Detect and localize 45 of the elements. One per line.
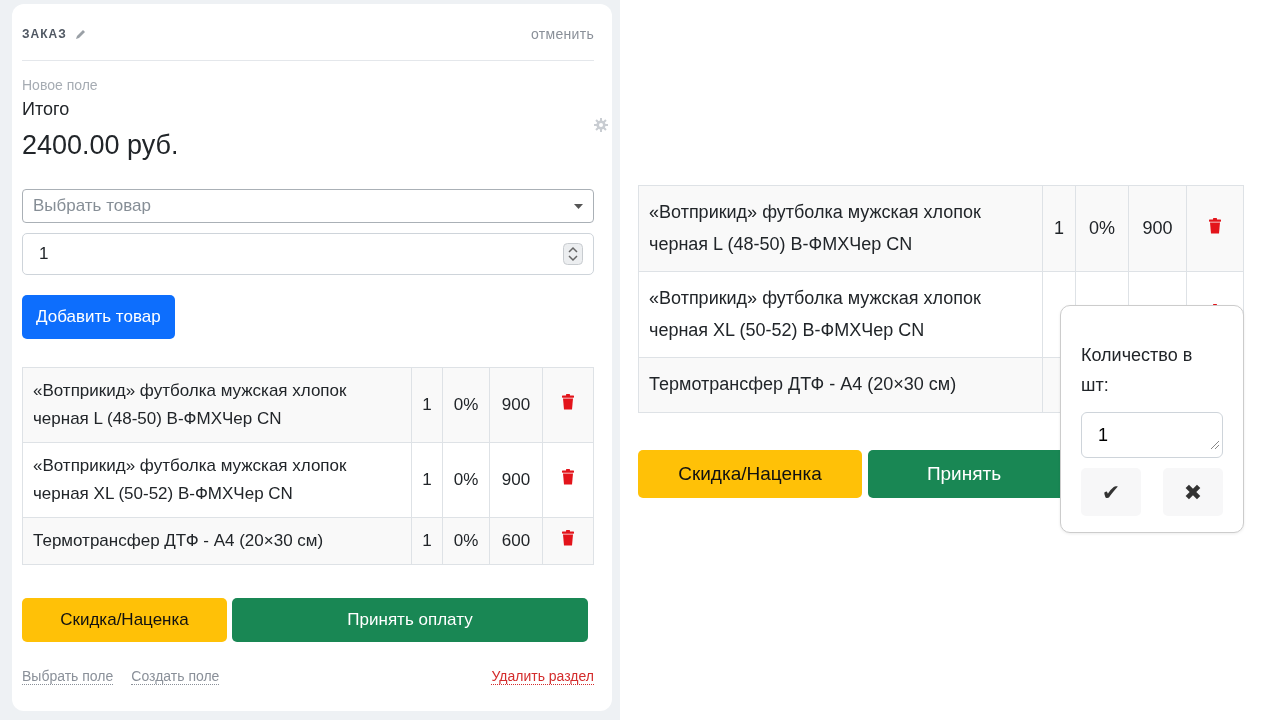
discount-button[interactable]: Скидка/Наценка [22, 598, 227, 643]
delete-section-link[interactable]: Удалить раздел [491, 668, 594, 686]
caret-icon [574, 203, 583, 209]
price-value: 900 [501, 394, 531, 416]
field-label: Итого [22, 99, 70, 120]
product-select[interactable]: Выбрать товар [22, 189, 594, 223]
section-title: ЗАКАЗ [22, 27, 67, 41]
discount-value: 0% [453, 469, 479, 492]
spinner-icon[interactable] [563, 243, 583, 265]
resize-handle-icon[interactable] [1210, 440, 1220, 450]
discount-value: 0% [453, 530, 479, 553]
accept-payment-button[interactable]: Принять оплату [232, 598, 588, 643]
discount-value: 0% [453, 394, 479, 416]
price-value: 600 [501, 530, 531, 553]
product-name: «Вотприкид» футболка мужская хлопок черная XL (50-52) B-ФМХЧер CN [649, 287, 982, 342]
trash-icon[interactable] [562, 530, 574, 547]
field-caption: Новое поле [22, 77, 99, 93]
quantity-value: 1 [422, 469, 432, 492]
add-product-button[interactable]: Добавить товар [22, 295, 175, 339]
total-amount: 2400.00 руб. [22, 130, 180, 161]
price-value: 900 [1142, 216, 1173, 240]
discount-button[interactable]: Скидка/Наценка [638, 449, 862, 498]
quantity-input[interactable]: 1 [22, 233, 594, 275]
quantity-value: 1 [1054, 216, 1064, 240]
pencil-icon[interactable] [74, 28, 87, 40]
product-name: Термотрансфер ДТФ - А4 (20×30 см) [649, 373, 957, 396]
product-name: «Вотприкид» футболка мужская хлопок черная L (48-50) B-ФМХЧер CN [33, 380, 348, 431]
product-name: Термотрансфер ДТФ - А4 (20×30 см) [33, 530, 324, 553]
trash-icon[interactable] [1209, 217, 1221, 234]
cancel-button[interactable]: ✖ [1163, 468, 1223, 516]
quantity-field[interactable]: 1 [1081, 412, 1223, 458]
quantity-label: Количество в шт: [1081, 344, 1194, 397]
accept-payment-button[interactable]: Принять [868, 449, 1060, 498]
trash-icon[interactable] [562, 394, 574, 410]
cancel-link[interactable]: отменить [531, 26, 594, 42]
field-link[interactable]: Создать поле [131, 668, 220, 686]
discount-value: 0% [1089, 216, 1115, 240]
product-name: «Вотприкид» футболка мужская хлопок черная XL (50-52) B-ФМХЧер CN [33, 455, 348, 506]
trash-icon[interactable] [562, 469, 574, 486]
quantity-value: 1 [422, 394, 432, 416]
price-value: 900 [501, 469, 531, 492]
product-name: «Вотприкид» футболка мужская хлопок черная L (48-50) B-ФМХЧер CN [649, 201, 982, 256]
quantity-value: 1 [422, 530, 432, 553]
field-link[interactable]: Выбрать поле [22, 668, 114, 686]
confirm-button[interactable]: ✔ [1081, 468, 1141, 516]
